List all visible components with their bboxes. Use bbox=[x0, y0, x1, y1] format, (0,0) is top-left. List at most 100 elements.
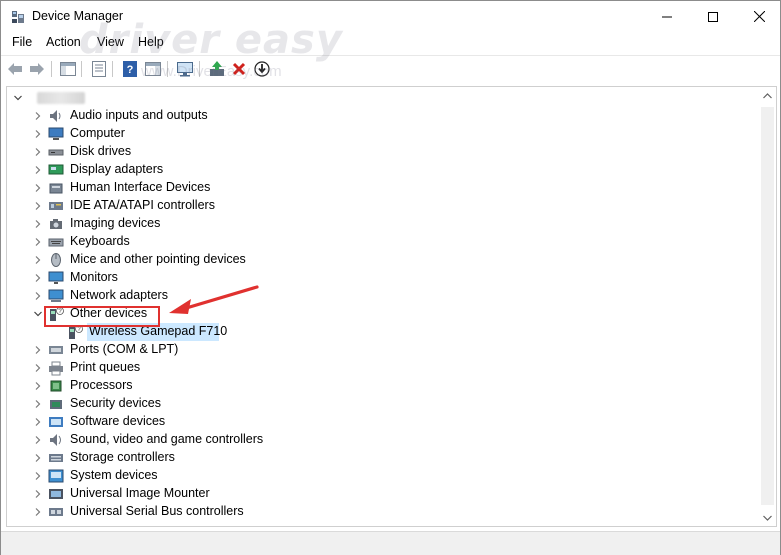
minimize-button[interactable] bbox=[644, 1, 690, 32]
menu-action[interactable]: Action bbox=[46, 35, 81, 49]
tree-category-node[interactable]: Storage controllers bbox=[7, 449, 747, 467]
printer-icon bbox=[49, 361, 63, 376]
tree-category-node[interactable]: Audio inputs and outputs bbox=[7, 107, 747, 125]
network-adapter-icon bbox=[48, 289, 64, 302]
help-button[interactable]: ? bbox=[120, 59, 140, 79]
tree-category-node[interactable]: Imaging devices bbox=[7, 215, 747, 233]
tree-node-label: Ports (COM & LPT) bbox=[70, 342, 179, 356]
tree-category-node[interactable]: Keyboards bbox=[7, 233, 747, 251]
close-button[interactable] bbox=[736, 1, 781, 32]
maximize-button[interactable] bbox=[690, 1, 736, 32]
disk-drive-icon bbox=[48, 149, 64, 156]
forward-button[interactable] bbox=[27, 59, 47, 79]
tree-category-node[interactable]: Sound, video and game controllers bbox=[7, 431, 747, 449]
tree-category-node[interactable]: Software devices bbox=[7, 413, 747, 431]
tree-node-label: Universal Image Mounter bbox=[70, 486, 210, 500]
tree-node-label: Sound, video and game controllers bbox=[70, 432, 264, 446]
expand-chevron-icon[interactable] bbox=[33, 183, 43, 193]
download-circle-icon bbox=[254, 61, 270, 77]
tree-category-node[interactable]: Computer bbox=[7, 125, 747, 143]
tree-node-label: Keyboards bbox=[70, 234, 130, 248]
expand-chevron-icon[interactable] bbox=[33, 345, 43, 355]
tree-category-node[interactable]: Processors bbox=[7, 377, 747, 395]
expand-chevron-icon[interactable] bbox=[33, 255, 43, 265]
tree-category-node[interactable]: Universal Serial Bus controllers bbox=[7, 503, 747, 521]
show-action-pane-button[interactable] bbox=[143, 59, 163, 79]
enable-device-button[interactable] bbox=[252, 59, 272, 79]
svg-text:?: ? bbox=[127, 64, 134, 76]
tree-category-node[interactable]: Universal Image Mounter bbox=[7, 485, 747, 503]
expand-chevron-icon[interactable] bbox=[33, 489, 43, 499]
expand-chevron-icon[interactable] bbox=[33, 453, 43, 463]
vertical-scrollbar[interactable] bbox=[759, 87, 776, 526]
expand-chevron-icon[interactable] bbox=[33, 147, 43, 157]
back-button[interactable] bbox=[5, 59, 25, 79]
camera-icon bbox=[50, 219, 62, 229]
menu-view[interactable]: View bbox=[97, 35, 124, 49]
display-adapter-icon bbox=[48, 164, 64, 175]
tree-node-label: Monitors bbox=[70, 270, 118, 284]
tree-root-node[interactable] bbox=[7, 89, 747, 107]
tree-category-node[interactable]: Security devices bbox=[7, 395, 747, 413]
expand-chevron-icon[interactable] bbox=[33, 291, 43, 301]
uninstall-device-button[interactable] bbox=[229, 59, 249, 79]
expand-chevron-icon[interactable] bbox=[33, 201, 43, 211]
help-book-icon: ? bbox=[123, 61, 137, 77]
tree-node-label: Mice and other pointing devices bbox=[70, 252, 246, 266]
tree-category-node[interactable]: Disk drives bbox=[7, 143, 747, 161]
scan-hardware-changes-button[interactable] bbox=[175, 59, 195, 79]
menu-help[interactable]: Help bbox=[138, 35, 164, 49]
tree-category-node[interactable]: Mice and other pointing devices bbox=[7, 251, 747, 269]
tree-node-label: Print queues bbox=[70, 360, 141, 374]
update-driver-button[interactable] bbox=[207, 59, 227, 79]
tree-node-label: Disk drives bbox=[70, 144, 132, 158]
tree-category-node[interactable]: Ports (COM & LPT) bbox=[7, 341, 747, 359]
tree-category-node[interactable]: System devices bbox=[7, 467, 747, 485]
expand-chevron-icon[interactable] bbox=[33, 417, 43, 427]
tree-category-node[interactable]: Print queues bbox=[7, 359, 747, 377]
device-manager-app-icon bbox=[12, 11, 24, 23]
forward-arrow-icon bbox=[30, 63, 44, 75]
scroll-down-button[interactable] bbox=[759, 509, 776, 526]
tree-category-node[interactable]: Display adapters bbox=[7, 161, 747, 179]
expand-chevron-icon[interactable] bbox=[33, 399, 43, 409]
toolbar: ? bbox=[1, 55, 780, 81]
computer-icon bbox=[48, 127, 64, 140]
show-hide-console-tree-button[interactable] bbox=[58, 59, 78, 79]
expand-chevron-icon[interactable] bbox=[33, 273, 43, 283]
scrollbar-thumb[interactable] bbox=[761, 107, 774, 505]
expand-chevron-icon[interactable] bbox=[33, 111, 43, 121]
hid-icon bbox=[49, 183, 63, 194]
tree-category-node[interactable]: IDE ATA/ATAPI controllers bbox=[7, 197, 747, 215]
tree-category-node[interactable]: Human Interface Devices bbox=[7, 179, 747, 197]
tree-category-node[interactable]: Monitors bbox=[7, 269, 747, 287]
properties-icon bbox=[92, 61, 106, 77]
expand-chevron-icon[interactable] bbox=[33, 435, 43, 445]
expand-chevron-icon[interactable] bbox=[33, 129, 43, 139]
console-tree-icon bbox=[60, 62, 76, 76]
red-x-icon bbox=[232, 62, 246, 76]
expand-chevron-icon[interactable] bbox=[33, 237, 43, 247]
tree-category-node[interactable]: Network adapters bbox=[7, 287, 747, 305]
tree-node-label: Human Interface Devices bbox=[70, 180, 211, 194]
tree-node-label: Security devices bbox=[70, 396, 162, 410]
expand-chevron-icon[interactable] bbox=[33, 363, 43, 373]
monitor-scan-icon bbox=[177, 62, 193, 77]
expand-chevron-icon[interactable] bbox=[33, 471, 43, 481]
tree-node-label: Display adapters bbox=[70, 162, 164, 176]
mouse-icon bbox=[51, 253, 61, 267]
monitor-icon bbox=[48, 271, 64, 284]
properties-button[interactable] bbox=[89, 59, 109, 79]
expand-chevron-icon[interactable] bbox=[33, 219, 43, 229]
tree-node-label: Network adapters bbox=[70, 288, 168, 302]
expand-chevron-icon[interactable] bbox=[33, 507, 43, 517]
menu-bar: File Action View Help bbox=[1, 33, 780, 53]
menu-file[interactable]: File bbox=[12, 35, 32, 49]
expand-chevron-icon[interactable] bbox=[33, 165, 43, 175]
scroll-up-button[interactable] bbox=[759, 87, 776, 104]
collapse-chevron-icon[interactable] bbox=[33, 309, 43, 319]
ide-controller-icon bbox=[49, 202, 63, 210]
tree-node-label: Audio inputs and outputs bbox=[70, 108, 208, 122]
collapse-chevron-icon[interactable] bbox=[13, 93, 23, 103]
expand-chevron-icon[interactable] bbox=[33, 381, 43, 391]
